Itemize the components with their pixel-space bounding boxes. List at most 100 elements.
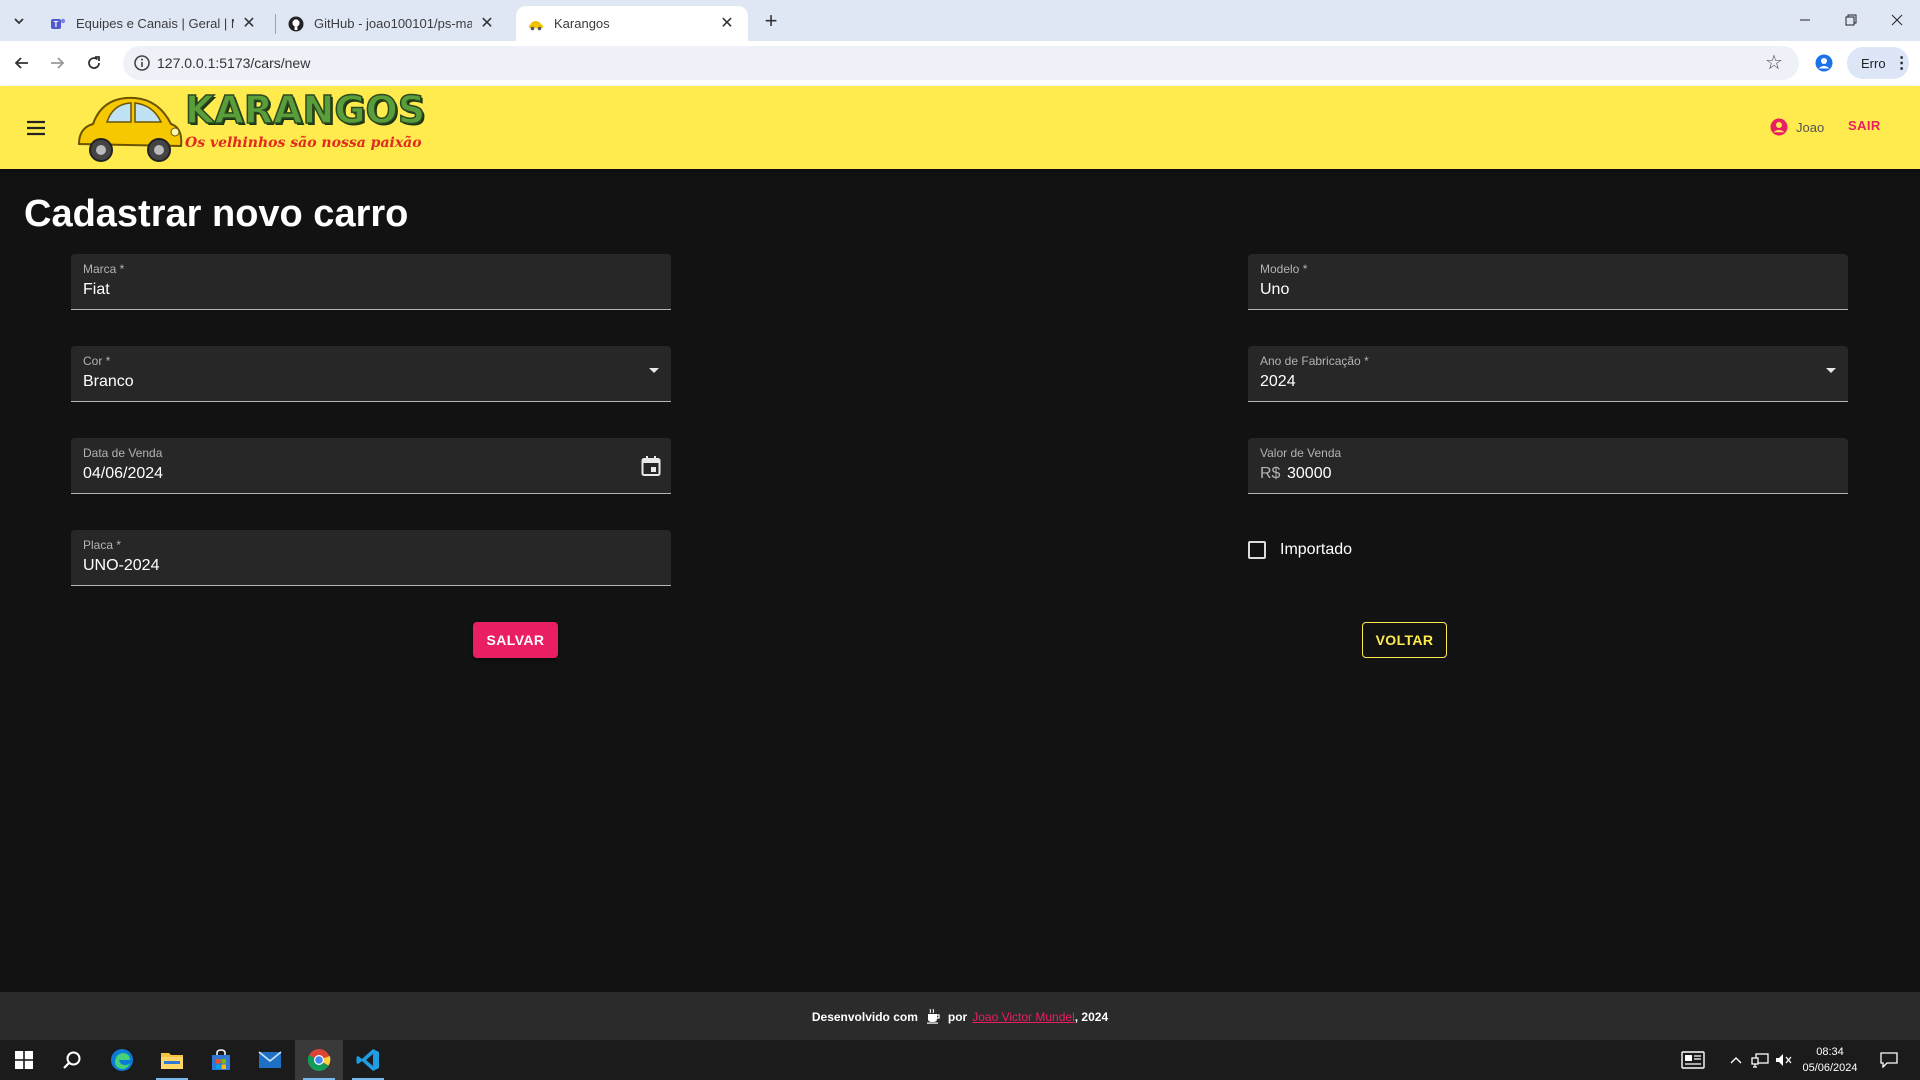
chevron-down-icon [14, 18, 24, 25]
sale-date-input[interactable]: 04/06/2024 [83, 465, 163, 483]
back-button[interactable] [8, 49, 36, 77]
url-text[interactable]: 127.0.0.1:5173/cars/new [157, 55, 310, 71]
model-label: Modelo * [1260, 262, 1308, 276]
tab-title: Equipes e Canais | Geral | Micro [76, 16, 234, 31]
karangos-logo[interactable]: KARANGOS Os velhinhos são nossa paixão [75, 87, 426, 166]
year-value[interactable]: 2024 [1260, 373, 1296, 391]
folder-icon [161, 1053, 183, 1069]
user-name: Joao [1796, 119, 1825, 135]
logo-subtitle: Os velhinhos são nossa paixão [185, 135, 422, 151]
taskbar-mail[interactable] [246, 1040, 294, 1080]
reload-icon [88, 56, 100, 69]
arrow-left-icon [14, 57, 28, 69]
clock-time: 08:34 [1816, 1046, 1844, 1058]
footer-year: , 2024 [1074, 1010, 1109, 1024]
notification-icon [1880, 1052, 1898, 1068]
plate-field[interactable]: Placa * UNO-2024 [71, 530, 671, 586]
taskbar-search-button[interactable] [48, 1040, 96, 1080]
dropdown-arrow-icon[interactable] [649, 368, 659, 373]
browser-tab-bar: T Equipes e Canais | Geral | Micro ✕ Git… [0, 0, 1920, 41]
imported-checkbox-row[interactable]: Importado [1248, 541, 1352, 559]
menu-button[interactable] [22, 114, 50, 142]
news-icon [1681, 1051, 1705, 1069]
logout-button[interactable]: SAIR [1848, 118, 1881, 133]
save-button[interactable]: SALVAR [473, 622, 558, 658]
color-select[interactable]: Cor * Branco [71, 346, 671, 402]
coffee-icon [926, 1008, 940, 1027]
network-icon [1751, 1053, 1769, 1068]
windows-taskbar: 08:34 05/06/2024 [0, 1040, 1920, 1080]
mail-icon [258, 1051, 282, 1068]
taskbar-store[interactable] [197, 1040, 245, 1080]
logo-title: KARANGOS [184, 87, 426, 133]
color-label: Cor * [83, 354, 111, 368]
taskbar-edge[interactable] [98, 1040, 146, 1080]
start-button[interactable] [0, 1040, 48, 1080]
account-circle-icon [1770, 118, 1788, 136]
sale-date-field[interactable]: Data de Venda 04/06/2024 [71, 438, 671, 494]
app-root: KARANGOS Os velhinhos são nossa paixão J… [0, 86, 1920, 1042]
app-header: KARANGOS Os velhinhos são nossa paixão J… [0, 86, 1920, 169]
brand-field[interactable]: Marca * Fiat [71, 254, 671, 310]
close-icon[interactable]: ✕ [718, 15, 736, 33]
restore-button[interactable] [1828, 0, 1874, 40]
sale-price-input[interactable]: 30000 [1287, 465, 1332, 483]
sale-date-label: Data de Venda [83, 446, 163, 460]
browser-tab-karangos[interactable]: Karangos ✕ [516, 6, 748, 41]
browser-toolbar: 127.0.0.1:5173/cars/new ☆ Erro ⋮ [0, 41, 1920, 86]
color-value[interactable]: Branco [83, 373, 134, 391]
search-icon [63, 1051, 81, 1069]
plate-input[interactable]: UNO-2024 [83, 557, 159, 575]
svg-text:T: T [54, 20, 59, 29]
plate-label: Placa * [83, 538, 122, 552]
reload-button[interactable] [80, 49, 108, 77]
close-window-button[interactable] [1874, 0, 1920, 40]
tab-search-button[interactable] [8, 10, 30, 32]
profile-button[interactable] [1810, 49, 1838, 77]
teams-icon: T [51, 18, 66, 29]
sale-price-field[interactable]: Valor de Venda R$ 30000 [1248, 438, 1848, 494]
year-select[interactable]: Ano de Fabricação * 2024 [1248, 346, 1848, 402]
show-hidden-icons-button[interactable] [1727, 1040, 1745, 1080]
profile-status-label: Erro [1861, 55, 1886, 71]
address-bar[interactable]: 127.0.0.1:5173/cars/new ☆ [123, 46, 1799, 80]
footer-by: por [947, 1010, 968, 1024]
network-button[interactable] [1749, 1040, 1771, 1080]
close-icon[interactable]: ✕ [240, 15, 258, 33]
currency-prefix: R$ [1260, 465, 1281, 482]
forward-button[interactable] [43, 49, 71, 77]
taskbar-vscode[interactable] [344, 1040, 392, 1080]
chevron-up-icon [1730, 1057, 1742, 1064]
system-clock[interactable]: 08:34 05/06/2024 [1790, 1044, 1870, 1076]
new-tab-button[interactable]: + [757, 8, 785, 36]
github-icon [288, 16, 304, 31]
site-info-icon[interactable] [133, 54, 151, 72]
brand-input[interactable]: Fiat [83, 281, 110, 299]
minimize-icon [1800, 19, 1810, 21]
minimize-button[interactable] [1782, 0, 1828, 40]
news-widget-button[interactable] [1678, 1040, 1708, 1080]
brand-label: Marca * [83, 262, 125, 276]
bookmark-star-icon[interactable]: ☆ [1763, 52, 1785, 74]
back-button[interactable]: VOLTAR [1362, 622, 1447, 658]
restore-icon [1845, 14, 1857, 26]
windows-logo-icon [15, 1051, 33, 1069]
calendar-icon[interactable] [641, 455, 661, 477]
author-link[interactable]: Joao Victor Mundel [972, 1010, 1075, 1024]
model-input[interactable]: Uno [1260, 281, 1289, 299]
model-field[interactable]: Modelo * Uno [1248, 254, 1848, 310]
dropdown-arrow-icon[interactable] [1826, 368, 1836, 373]
taskbar-chrome[interactable] [295, 1040, 343, 1080]
imported-label[interactable]: Importado [1280, 541, 1352, 559]
taskbar-file-explorer[interactable] [148, 1040, 196, 1080]
clock-date: 05/06/2024 [1802, 1062, 1858, 1074]
more-vert-icon: ⋮ [1893, 55, 1910, 72]
notifications-button[interactable] [1874, 1040, 1904, 1080]
close-icon [1891, 14, 1903, 26]
profile-error-button[interactable]: Erro ⋮ [1847, 47, 1910, 79]
imported-checkbox[interactable] [1248, 541, 1266, 559]
store-icon [212, 1049, 230, 1070]
browser-tab-github[interactable]: GitHub - joao100101/ps-mat-2 ✕ [276, 6, 508, 41]
browser-tab-teams[interactable]: T Equipes e Canais | Geral | Micro ✕ [38, 6, 270, 41]
close-icon[interactable]: ✕ [478, 15, 496, 33]
